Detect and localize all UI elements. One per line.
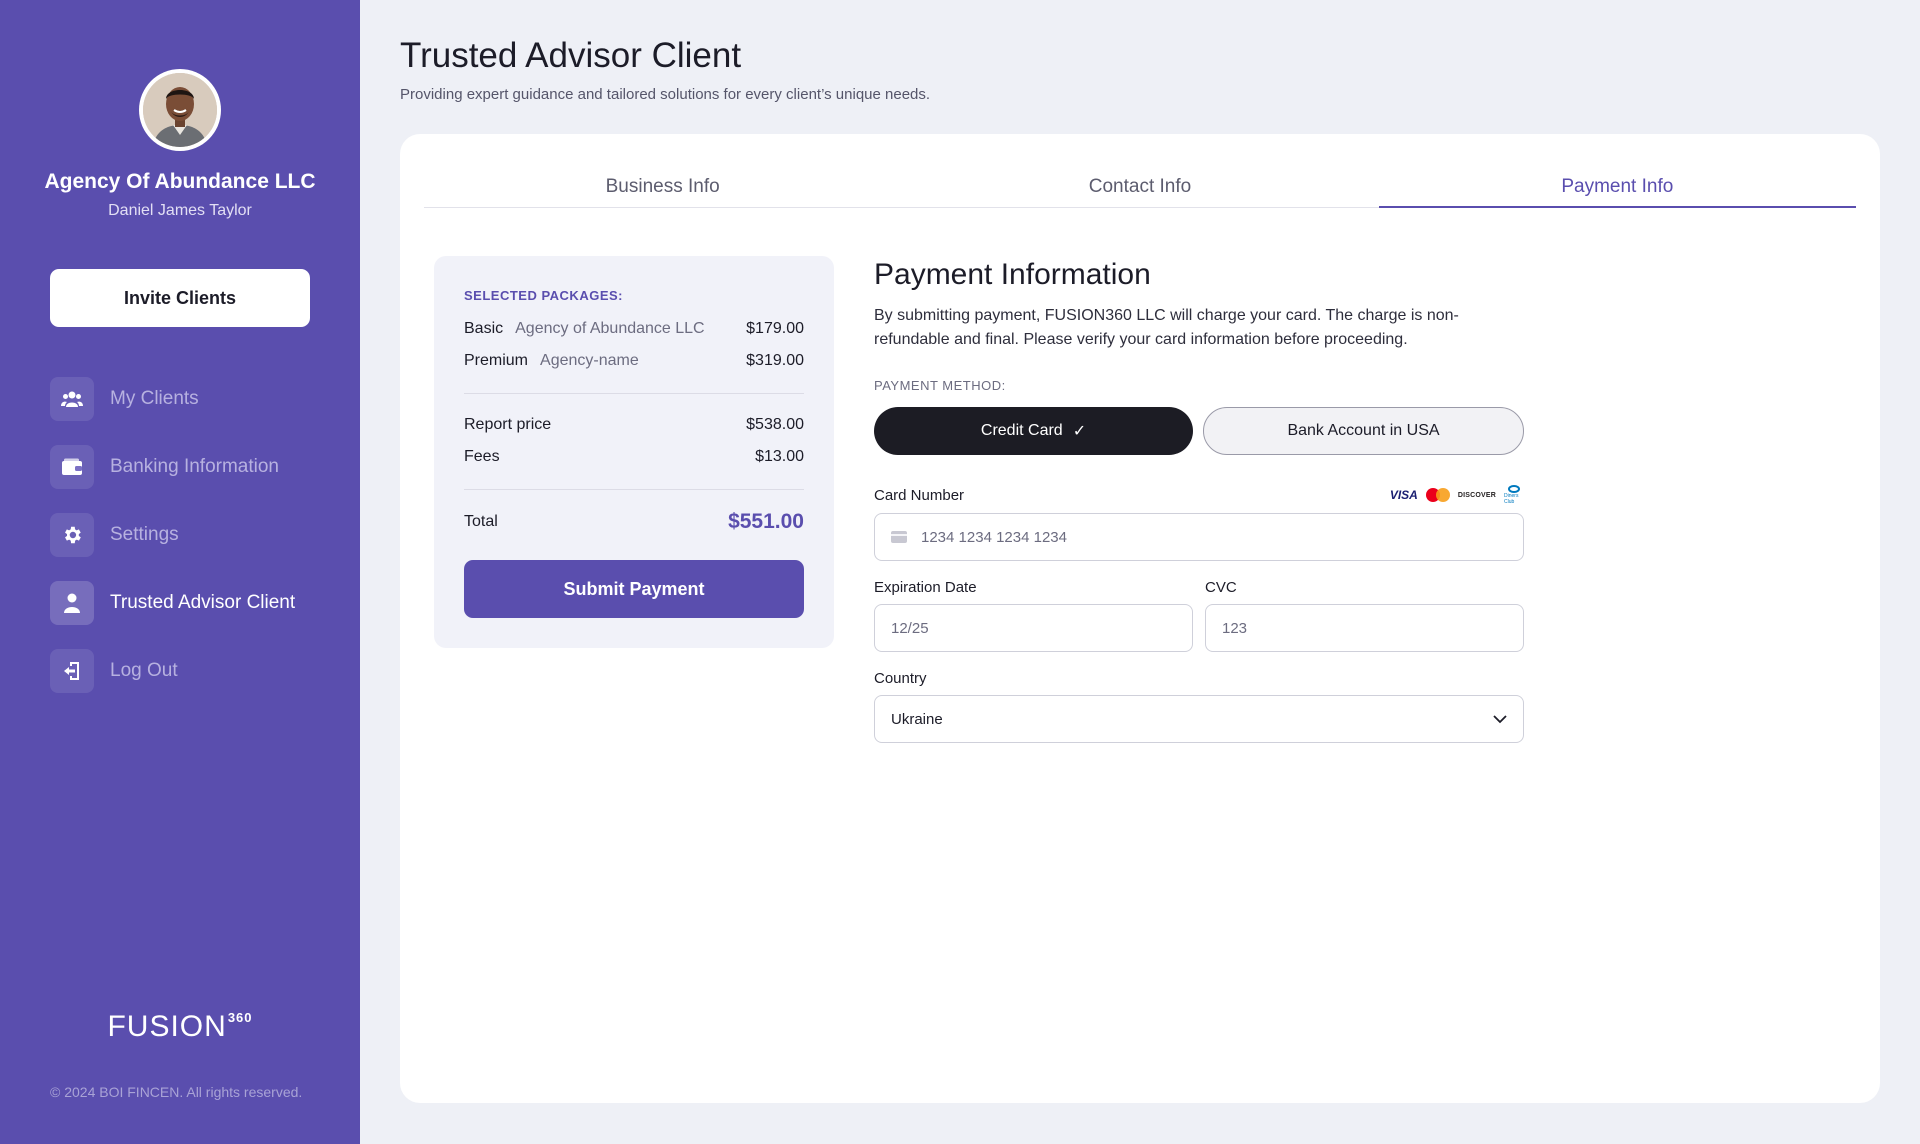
discover-icon: DISCOVER <box>1457 491 1496 499</box>
user-icon <box>50 581 94 625</box>
visa-icon: VISA <box>1389 488 1418 502</box>
credit-card-icon <box>891 531 907 543</box>
report-price-value: $538.00 <box>746 416 804 433</box>
sidebar-item-trusted-advisor-client[interactable]: Trusted Advisor Client <box>50 581 330 625</box>
sidebar-item-label: Log Out <box>110 660 178 681</box>
logo-text: FUSION <box>107 1010 227 1043</box>
payment-method-toggle: Credit Card ✓ Bank Account in USA <box>874 407 1524 455</box>
bank-account-option[interactable]: Bank Account in USA <box>1203 407 1524 455</box>
company-name: Agency Of Abundance LLC <box>44 170 316 193</box>
payment-form: Payment Information By submitting paymen… <box>874 258 1524 743</box>
check-icon: ✓ <box>1072 423 1087 440</box>
wallet-icon <box>50 445 94 489</box>
fees-value: $13.00 <box>755 448 804 465</box>
expiration-date-input[interactable]: 12/25 <box>874 604 1193 652</box>
country-select[interactable]: Ukraine <box>874 695 1524 743</box>
avatar[interactable] <box>139 69 221 151</box>
expiry-cvc-row: Expiration Date 12/25 CVC 123 <box>874 579 1524 652</box>
card-brands: VISA DISCOVER Diners Club <box>1390 485 1524 505</box>
sidebar-item-my-clients[interactable]: My Clients <box>50 377 330 421</box>
fees-row: Fees $13.00 <box>464 448 804 466</box>
sidebar-item-log-out[interactable]: Log Out <box>50 649 330 693</box>
sidebar: Agency Of Abundance LLC Daniel James Tay… <box>0 0 360 1144</box>
invite-clients-button[interactable]: Invite Clients <box>50 269 310 327</box>
sidebar-item-label: Trusted Advisor Client <box>110 592 296 613</box>
logo-superscript: 360 <box>227 1010 253 1025</box>
total-row: Total $551.00 <box>464 510 804 534</box>
payment-description: By submitting payment, FUSION360 LLC wil… <box>874 307 1459 348</box>
avatar-image <box>143 73 217 147</box>
package-price: $179.00 <box>746 320 804 337</box>
selected-packages-heading: SELECTED PACKAGES: <box>464 288 623 303</box>
submit-payment-button[interactable]: Submit Payment <box>464 560 804 618</box>
cvc-input[interactable]: 123 <box>1205 604 1524 652</box>
package-price: $319.00 <box>746 352 804 369</box>
tab-bar: Business Info Contact Info Payment Info <box>424 160 1857 208</box>
tab-business-info[interactable]: Business Info <box>424 160 901 207</box>
sidebar-item-label: Settings <box>110 524 179 545</box>
country-block: Country Ukraine <box>874 670 1524 743</box>
main-card: Business Info Contact Info Payment Info … <box>400 134 1880 1103</box>
mastercard-icon <box>1425 488 1450 502</box>
expiration-date-label: Expiration Date <box>874 579 977 596</box>
sidebar-item-label: Banking Information <box>110 456 279 477</box>
expiration-placeholder: 12/25 <box>891 619 929 637</box>
diners-club-icon: Diners Club <box>1504 485 1524 505</box>
package-client: Agency of Abundance LLC <box>515 320 705 337</box>
package-name: Premium <box>464 352 529 369</box>
card-number-label: Card Number <box>874 486 965 504</box>
users-icon <box>50 377 94 421</box>
sidebar-item-banking-information[interactable]: Banking Information <box>50 445 330 489</box>
package-row: Premium Agency-name $319.00 <box>464 352 804 370</box>
copyright: © 2024 BOI FINCEN. All rights reserved. <box>50 1084 303 1100</box>
payment-title: Payment Information <box>874 258 1151 291</box>
total-label: Total <box>464 513 498 530</box>
cvc-label: CVC <box>1205 579 1237 596</box>
sidebar-nav: My Clients Banking Information Settings … <box>50 377 330 717</box>
diners-club-text: Diners Club <box>1504 493 1519 505</box>
country-label: Country <box>874 670 927 687</box>
sidebar-item-settings[interactable]: Settings <box>50 513 330 557</box>
fusion360-logo: FUSION360 <box>0 1010 360 1044</box>
divider <box>464 489 804 490</box>
fees-label: Fees <box>464 448 500 465</box>
page-subtitle: Providing expert guidance and tailored s… <box>400 86 931 103</box>
card-number-input[interactable]: 1234 1234 1234 1234 <box>874 513 1524 561</box>
page-title: Trusted Advisor Client <box>400 36 742 75</box>
divider <box>464 393 804 394</box>
package-client: Agency-name <box>540 352 639 369</box>
tab-contact-info[interactable]: Contact Info <box>901 160 1378 207</box>
gear-icon <box>50 513 94 557</box>
order-summary: SELECTED PACKAGES: Basic Agency of Abund… <box>434 256 834 648</box>
bank-account-label: Bank Account in USA <box>1287 422 1440 439</box>
user-name: Daniel James Taylor <box>108 202 252 219</box>
logout-icon <box>50 649 94 693</box>
payment-method-label: PAYMENT METHOD: <box>874 378 1006 393</box>
card-number-placeholder: 1234 1234 1234 1234 <box>921 528 1067 546</box>
credit-card-option[interactable]: Credit Card ✓ <box>874 407 1193 455</box>
country-value: Ukraine <box>891 710 943 728</box>
card-number-label-row: Card Number VISA DISCOVER Diners Club <box>874 485 1524 505</box>
package-row: Basic Agency of Abundance LLC $179.00 <box>464 320 804 338</box>
cvc-placeholder: 123 <box>1222 619 1248 637</box>
sidebar-item-label: My Clients <box>110 388 199 409</box>
credit-card-label: Credit Card <box>980 422 1063 439</box>
chevron-down-icon <box>1493 711 1507 728</box>
report-price-label: Report price <box>464 416 552 433</box>
package-name: Basic <box>464 320 504 337</box>
tab-payment-info[interactable]: Payment Info <box>1378 160 1857 208</box>
report-price-row: Report price $538.00 <box>464 416 804 434</box>
total-value: $551.00 <box>728 510 804 533</box>
